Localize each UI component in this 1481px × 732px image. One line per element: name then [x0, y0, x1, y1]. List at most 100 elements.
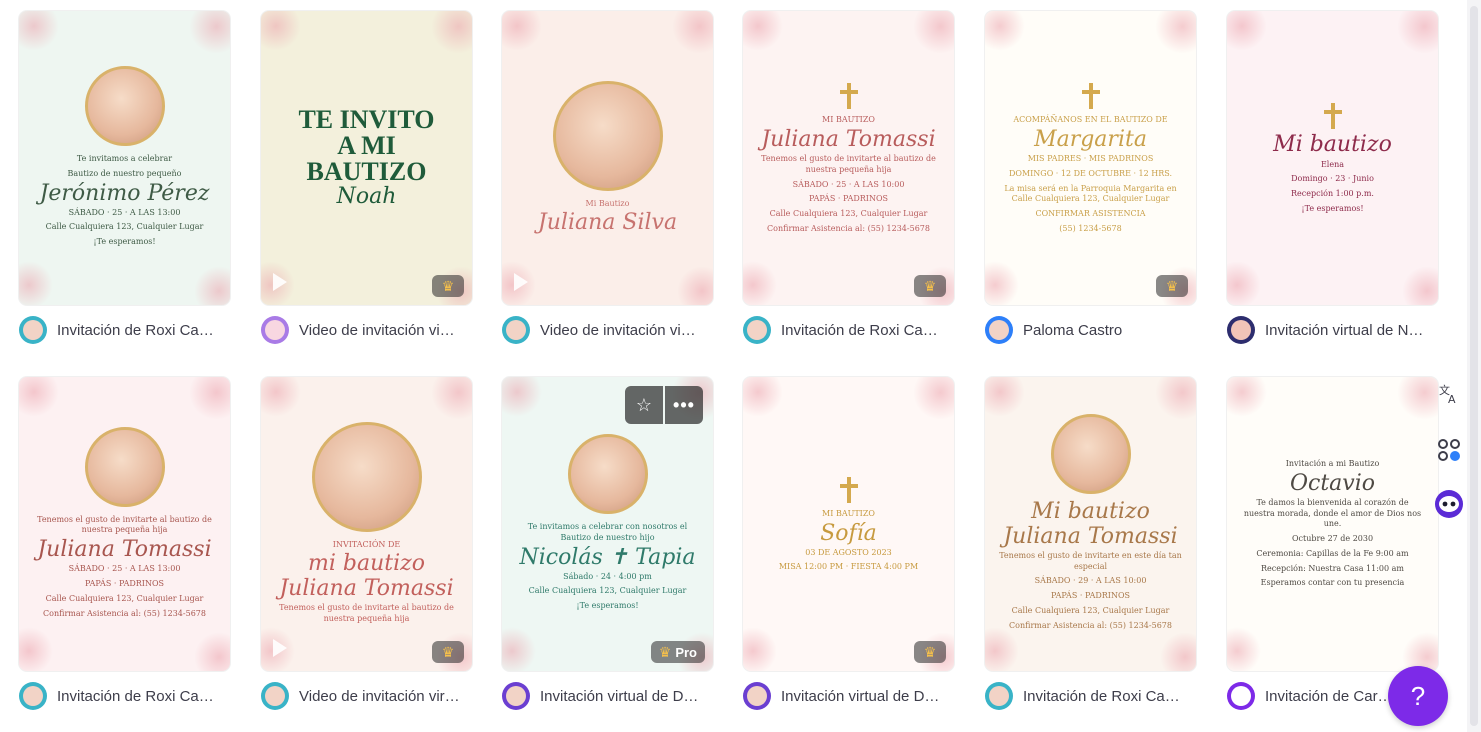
- invitation-text: Sofía: [820, 520, 877, 546]
- play-icon[interactable]: [273, 273, 287, 291]
- template-thumbnail[interactable]: Mi bautizo Juliana Tomassi Tenemos el gust…: [985, 377, 1196, 671]
- play-icon[interactable]: [514, 273, 528, 291]
- translate-icon: 文 A: [1439, 383, 1456, 406]
- crown-icon: ♛: [441, 643, 455, 660]
- invitation-text: Confirmar Asistencia al: (55) 1234-5678: [43, 608, 206, 618]
- invitation-text: MISA 12:00 PM · FIESTA 4:00 PM: [778, 562, 919, 572]
- invitation-content: MI BAUTIZO Juliana Tomassi Tenemos el gust…: [743, 11, 954, 305]
- invitation-text: INVITACIÓN DE: [332, 539, 401, 549]
- avatar-image: [23, 686, 43, 706]
- author-label[interactable]: Invitación virtual de D…: [540, 688, 698, 705]
- apps-icon: [1438, 439, 1460, 461]
- play-icon[interactable]: [273, 639, 287, 657]
- invitation-text: mi bautizo: [308, 551, 425, 577]
- template-thumbnail[interactable]: Mi Bautizo Juliana Silva: [502, 11, 713, 305]
- card-author-row[interactable]: Invitación de Roxi Ca…: [19, 315, 241, 345]
- author-avatar[interactable]: [743, 682, 771, 710]
- crown-icon: ♛: [441, 277, 455, 294]
- author-avatar[interactable]: [19, 316, 47, 344]
- invitation-text: PAPÁS · PADRINOS: [808, 194, 889, 204]
- card-author-row[interactable]: Invitación virtual de D…: [743, 681, 965, 711]
- author-avatar[interactable]: [743, 316, 771, 344]
- template-thumbnail[interactable]: Tenemos el gusto de invitarte al bautizo…: [19, 377, 230, 671]
- page-scrollbar[interactable]: [1467, 0, 1481, 732]
- card-author-row[interactable]: Invitación virtual de D…: [502, 681, 724, 711]
- more-options-button[interactable]: •••: [665, 386, 703, 424]
- invitation-text: Tenemos el gusto de invitarte en este dí…: [999, 550, 1182, 571]
- avatar-image: [265, 320, 285, 340]
- card-author-row[interactable]: Video de invitación vi…: [261, 315, 483, 345]
- baby-photo: [84, 65, 165, 146]
- author-label[interactable]: Invitación virtual de N…: [1265, 322, 1423, 339]
- template-thumbnail[interactable]: INVITACIÓN DE mi bautizo Juliana Tomassi Te…: [261, 377, 472, 671]
- author-label[interactable]: Invitación de Roxi Ca…: [57, 688, 214, 705]
- author-avatar[interactable]: [985, 316, 1013, 344]
- invitation-text: Jerónimo Pérez: [39, 180, 210, 206]
- invitation-text: Mi bautizo: [1273, 132, 1392, 158]
- author-avatar[interactable]: [985, 682, 1013, 710]
- author-label[interactable]: Invitación de Roxi Ca…: [781, 322, 938, 339]
- author-avatar[interactable]: [502, 316, 530, 344]
- baby-photo: [1050, 414, 1131, 495]
- baby-photo: [552, 80, 663, 191]
- card-author-row[interactable]: Invitación de Roxi Ca…: [985, 681, 1207, 711]
- author-avatar[interactable]: [502, 682, 530, 710]
- card-hover-actions: ☆ •••: [625, 386, 703, 424]
- template-thumbnail[interactable]: Te invitamos a celebrar Bautizo de nuestr…: [19, 11, 230, 305]
- invitation-text: Te invitamos a celebrar: [76, 153, 173, 163]
- template-thumbnail[interactable]: Te invitamos a celebrar con nosotros el …: [502, 377, 713, 671]
- cross-icon: [839, 476, 858, 503]
- author-avatar[interactable]: [261, 316, 289, 344]
- invitation-content: INVITACIÓN DE mi bautizo Juliana Tomassi Te…: [261, 377, 472, 671]
- card-author-row[interactable]: Video de invitación vir…: [261, 681, 483, 711]
- invitation-text: Nicolás ✝ Tapia: [519, 544, 696, 570]
- invitation-text: Elena: [1320, 159, 1345, 169]
- template-thumbnail[interactable]: MI BAUTIZO Sofía 03 DE AGOSTO 2023 MISA 12:…: [743, 377, 954, 671]
- author-avatar[interactable]: [261, 682, 289, 710]
- star-button[interactable]: ☆: [625, 386, 663, 424]
- invitation-text: Juliana Tomassi: [1003, 523, 1178, 549]
- card-author-row[interactable]: Invitación de Roxi Ca…: [743, 315, 965, 345]
- cross-icon: [839, 83, 858, 110]
- template-grid: Te invitamos a celebrar Bautizo de nuestr…: [0, 0, 1460, 732]
- template-thumbnail[interactable]: Mi bautizo Elena Domingo · 23 · Junio Recep…: [1227, 11, 1438, 305]
- card-author-row[interactable]: Invitación de Roxi Ca…: [19, 681, 241, 711]
- invitation-content: Tenemos el gusto de invitarte al bautizo…: [19, 377, 230, 671]
- invitation-content: Mi bautizo Elena Domingo · 23 · Junio Recep…: [1227, 11, 1438, 305]
- invitation-content: MI BAUTIZO Sofía 03 DE AGOSTO 2023 MISA 12:…: [743, 377, 954, 671]
- author-avatar[interactable]: [1227, 682, 1255, 710]
- assistant-icon: [1435, 490, 1463, 518]
- crown-icon: ♛: [923, 277, 937, 294]
- avatar-image: [506, 320, 526, 340]
- avatar-image: [506, 686, 526, 706]
- author-label[interactable]: Invitación de Roxi Ca…: [57, 322, 214, 339]
- author-label[interactable]: Invitación de Car…: [1265, 688, 1393, 705]
- template-thumbnail[interactable]: ACOMPÁÑANOS EN EL BAUTIZO DE Margarita MIS…: [985, 11, 1196, 305]
- author-label[interactable]: Paloma Castro: [1023, 322, 1122, 339]
- template-thumbnail[interactable]: Invitación a mi Bautizo Octavio Te damos l…: [1227, 377, 1438, 671]
- template-thumbnail[interactable]: TE INVITO A MI BAUTIZO Noah ♛: [261, 11, 472, 305]
- author-label[interactable]: Video de invitación vir…: [299, 688, 460, 705]
- invitation-text: Esperamos contar con tu presencia: [1260, 578, 1405, 588]
- invitation-text: Tenemos el gusto de invitarte al bautizo…: [37, 514, 212, 535]
- author-avatar[interactable]: [19, 682, 47, 710]
- card-author-row[interactable]: Invitación virtual de N…: [1227, 315, 1449, 345]
- invitation-text: Te invitamos a celebrar con nosotros el …: [527, 521, 688, 542]
- author-avatar[interactable]: [1227, 316, 1255, 344]
- author-label[interactable]: Video de invitación vi…: [299, 322, 455, 339]
- invitation-content: Invitación a mi Bautizo Octavio Te damos l…: [1227, 377, 1438, 671]
- invitation-text: Confirmar Asistencia al: (55) 1234-5678: [1009, 620, 1172, 630]
- invitation-content: Mi Bautizo Juliana Silva: [502, 11, 713, 305]
- avatar-image: [1231, 686, 1251, 706]
- author-label[interactable]: Invitación de Roxi Ca…: [1023, 688, 1180, 705]
- author-label[interactable]: Invitación virtual de D…: [781, 688, 939, 705]
- avatar-image: [23, 320, 43, 340]
- invitation-text: Te damos la bienvenida al corazón de nue…: [1243, 497, 1422, 529]
- template-thumbnail[interactable]: MI BAUTIZO Juliana Tomassi Tenemos el gust…: [743, 11, 954, 305]
- card-author-row[interactable]: Paloma Castro: [985, 315, 1207, 345]
- author-label[interactable]: Video de invitación vi…: [540, 322, 696, 339]
- scrollbar-thumb[interactable]: [1470, 6, 1478, 726]
- help-button[interactable]: ?: [1388, 666, 1448, 726]
- avatar-image: [989, 320, 1009, 340]
- card-author-row[interactable]: Video de invitación vi…: [502, 315, 724, 345]
